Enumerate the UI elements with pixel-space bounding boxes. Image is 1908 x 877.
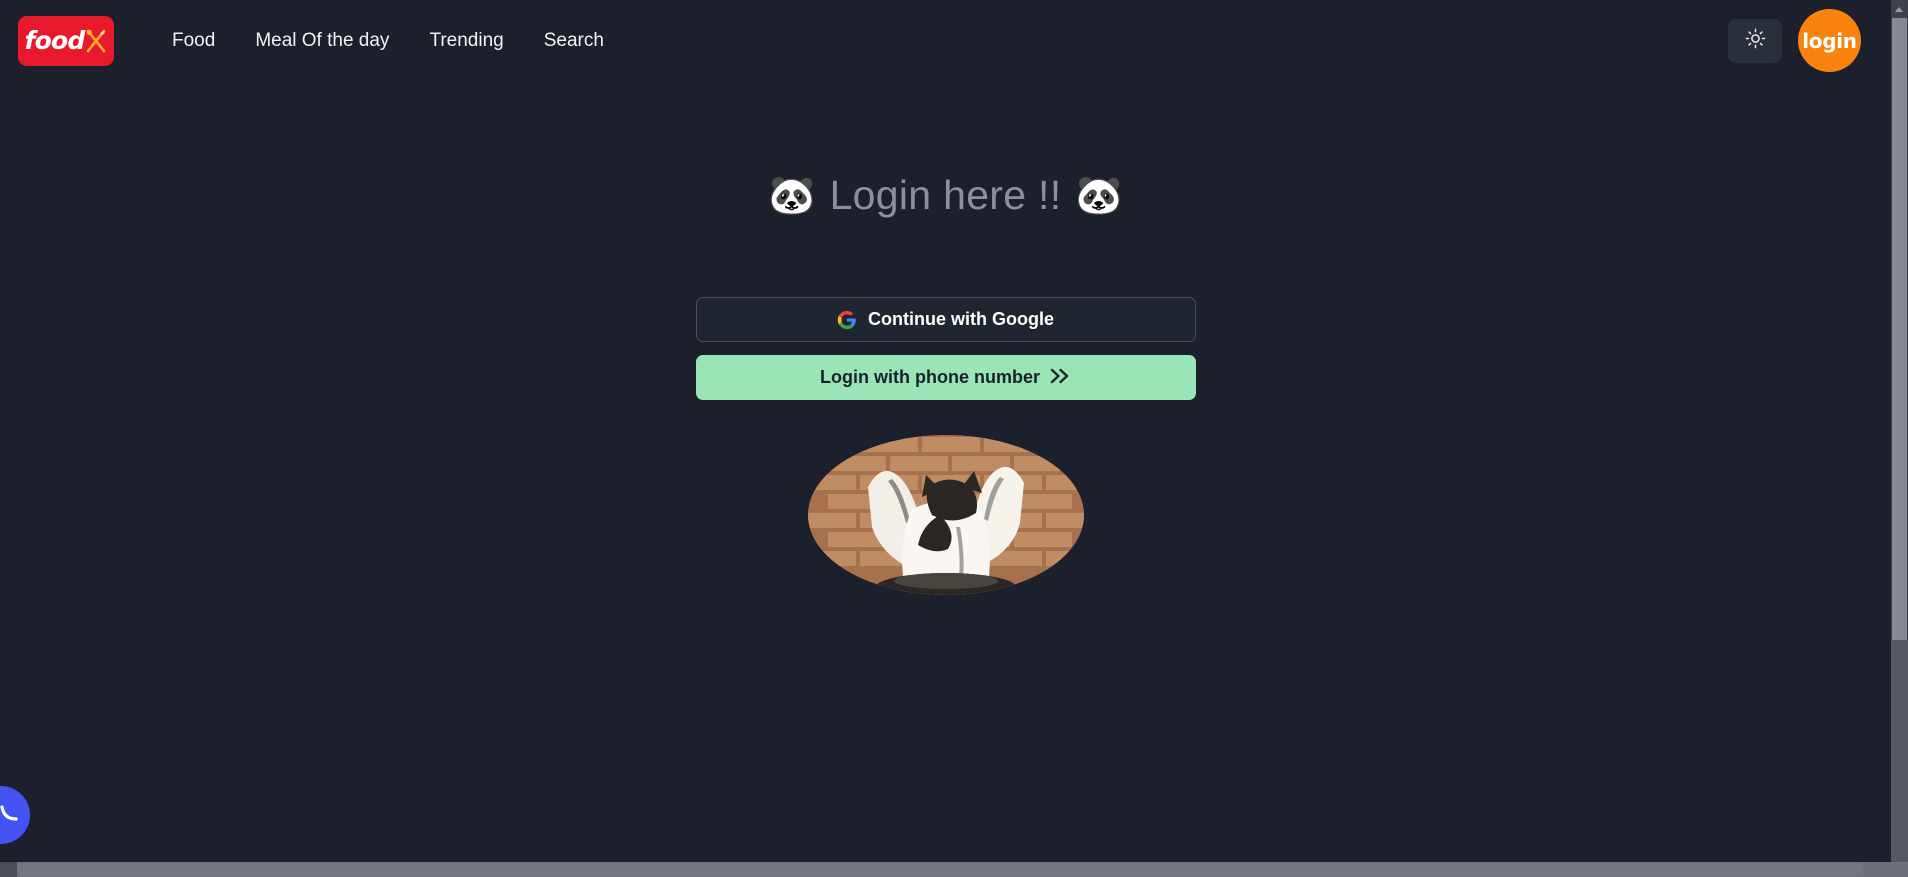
- vertical-scrollbar[interactable]: [1891, 0, 1908, 877]
- continue-with-google-label: Continue with Google: [868, 309, 1054, 330]
- page-title: 🐼 Login here !! 🐼: [767, 172, 1124, 218]
- nav-links: Food Meal Of the day Trending Search: [152, 22, 624, 60]
- panda-icon-left: 🐼: [767, 174, 816, 217]
- main-content: 🐼 Login here !! 🐼 Continue with Google L…: [0, 81, 1891, 877]
- vertical-scrollbar-thumb[interactable]: [1892, 18, 1907, 640]
- login-button-label: login: [1802, 28, 1857, 53]
- continue-with-google-button[interactable]: Continue with Google: [695, 297, 1196, 343]
- page-root: food Food Meal Of the day Trending Searc…: [0, 0, 1908, 877]
- sun-icon: [1745, 28, 1766, 54]
- cat-meme-image: [807, 435, 1084, 596]
- nav-link-meal-of-the-day[interactable]: Meal Of the day: [235, 22, 409, 60]
- vertical-scrollbar-track[interactable]: [1891, 640, 1908, 877]
- google-g-icon: [837, 310, 857, 330]
- navbar-actions: login: [1728, 9, 1861, 72]
- brand-logo[interactable]: food: [18, 15, 114, 66]
- nav-link-search[interactable]: Search: [524, 22, 624, 60]
- auth-options: Continue with Google Login with phone nu…: [695, 297, 1196, 596]
- brand-logo-text: food: [24, 26, 86, 55]
- login-with-phone-label: Login with phone number: [820, 367, 1040, 388]
- login-with-phone-button[interactable]: Login with phone number: [695, 355, 1196, 401]
- double-chevron-right-icon: [1049, 367, 1071, 389]
- nav-link-food[interactable]: Food: [152, 22, 235, 60]
- horizontal-scrollbar[interactable]: [0, 862, 1908, 877]
- navbar: food Food Meal Of the day Trending Searc…: [0, 0, 1891, 81]
- scroll-left-arrow-icon[interactable]: [0, 862, 17, 877]
- horizontal-scrollbar-thumb[interactable]: [18, 863, 1863, 876]
- fork-spoon-x-icon: [85, 28, 107, 54]
- theme-toggle-button[interactable]: [1728, 18, 1782, 63]
- scroll-up-arrow-icon[interactable]: [1891, 0, 1908, 17]
- page-title-text: Login here !!: [829, 172, 1062, 218]
- login-button[interactable]: login: [1798, 9, 1861, 72]
- panda-icon-right: 🐼: [1075, 174, 1124, 217]
- nav-link-trending[interactable]: Trending: [409, 22, 523, 60]
